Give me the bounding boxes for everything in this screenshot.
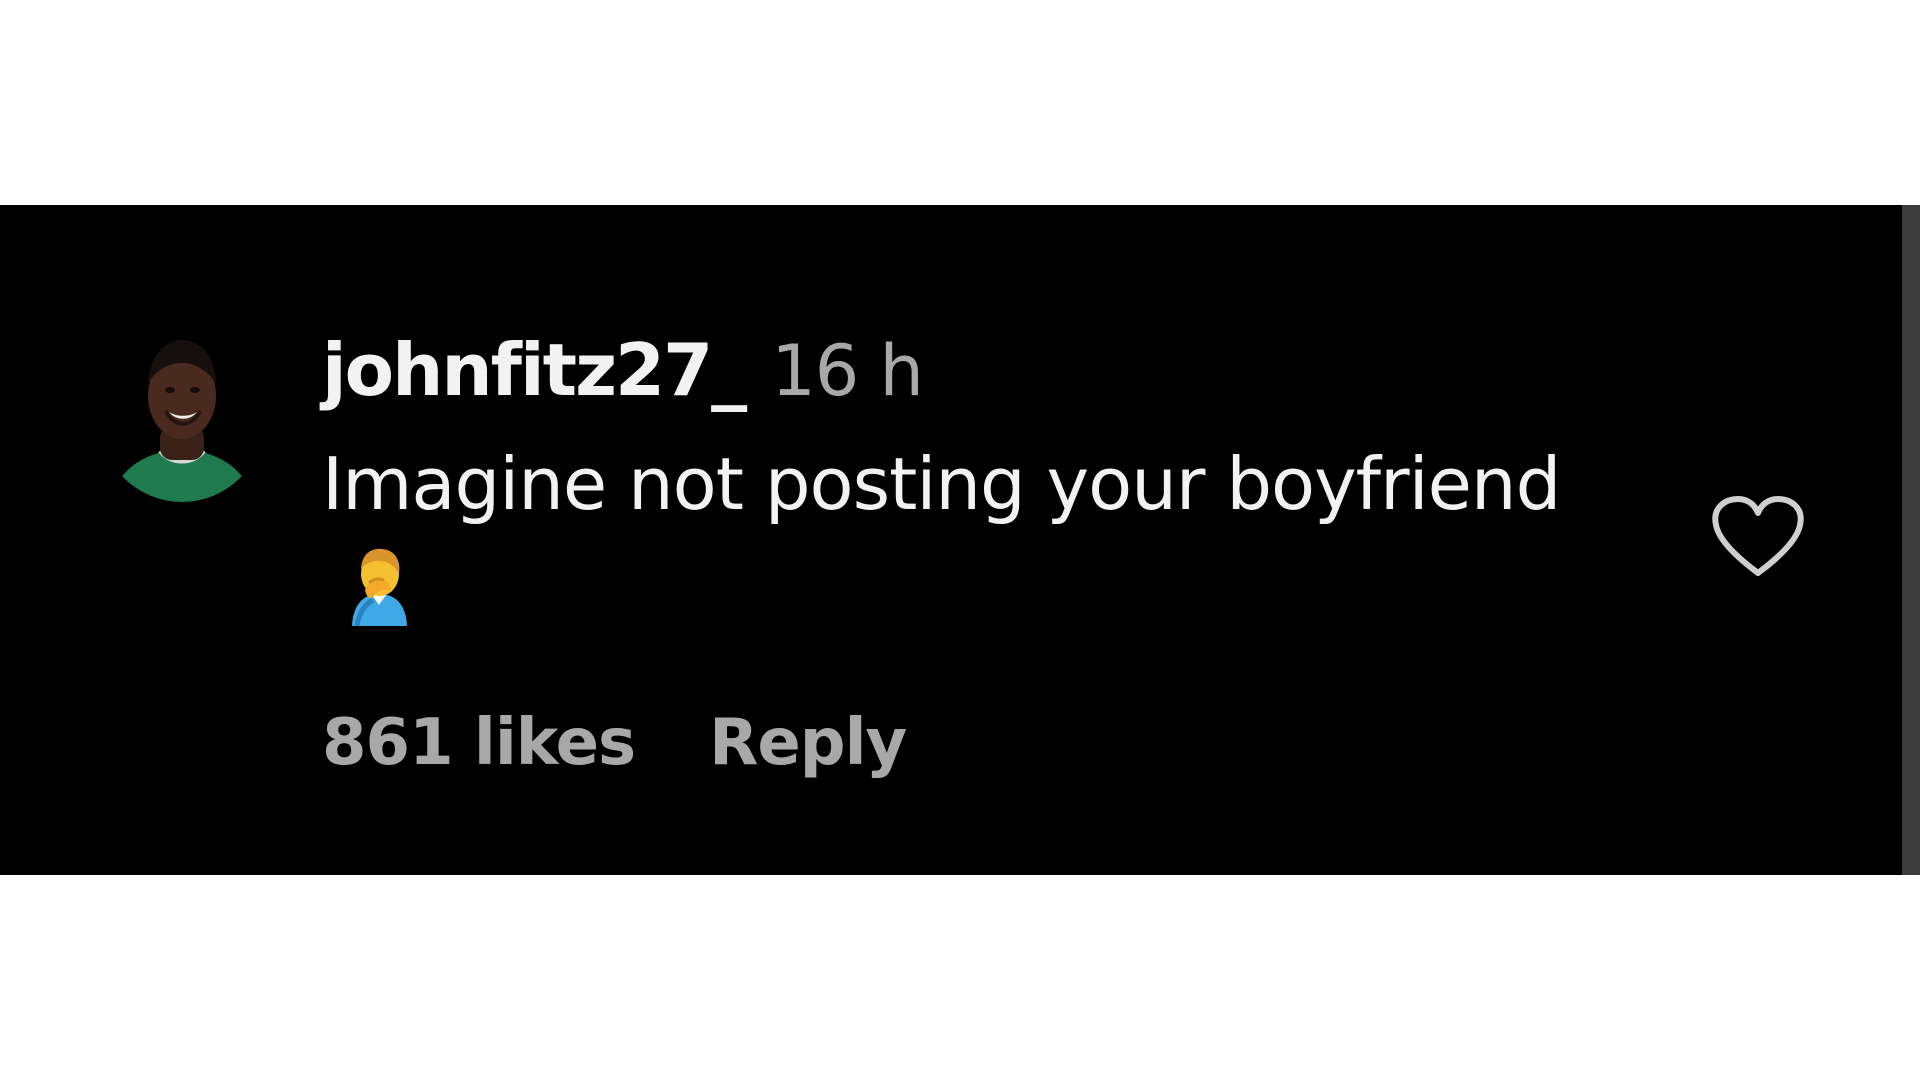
comment-text: Imagine not posting your boyfriend — [322, 442, 1561, 526]
comment-body: johnfitz27_ 16 h Imagine not posting you… — [322, 328, 1662, 630]
heart-outline-icon[interactable] — [1710, 495, 1806, 581]
reply-button[interactable]: Reply — [709, 706, 907, 780]
comment-header: johnfitz27_ 16 h — [322, 328, 1662, 420]
likes-count[interactable]: 861 likes — [322, 706, 636, 780]
scrollbar[interactable] — [1902, 205, 1920, 875]
man-facepalming-emoji — [352, 548, 407, 627]
username-link[interactable]: johnfitz27_ — [322, 328, 747, 412]
avatar[interactable] — [102, 330, 262, 510]
comment-timestamp: 16 h — [771, 330, 924, 412]
comment-actions: 861 likes Reply — [322, 706, 907, 780]
